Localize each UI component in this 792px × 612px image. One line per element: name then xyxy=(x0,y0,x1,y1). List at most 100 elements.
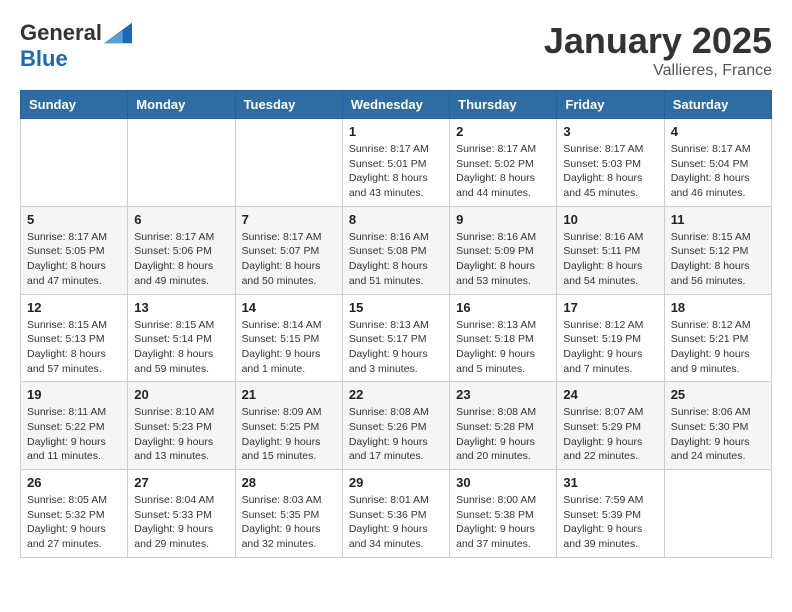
day-info: Sunrise: 8:15 AM Sunset: 5:14 PM Dayligh… xyxy=(134,318,228,377)
table-row: 17 Sunrise: 8:12 AM Sunset: 5:19 PM Dayli… xyxy=(557,294,664,382)
day-number: 1 xyxy=(349,124,443,139)
day-number: 31 xyxy=(563,475,657,490)
table-row: 20 Sunrise: 8:10 AM Sunset: 5:23 PM Dayli… xyxy=(128,382,235,470)
day-number: 25 xyxy=(671,387,765,402)
calendar-week-row: 1 Sunrise: 8:17 AM Sunset: 5:01 PM Daylig… xyxy=(21,119,772,207)
day-number: 19 xyxy=(27,387,121,402)
logo-icon xyxy=(104,22,132,44)
day-number: 27 xyxy=(134,475,228,490)
day-number: 24 xyxy=(563,387,657,402)
header-saturday: Saturday xyxy=(664,91,771,119)
day-number: 4 xyxy=(671,124,765,139)
calendar-week-row: 12Sunrise: 8:15 AM Sunset: 5:13 PM Dayli… xyxy=(21,294,772,382)
table-row: 18 Sunrise: 8:12 AM Sunset: 5:21 PM Dayli… xyxy=(664,294,771,382)
day-info: Sunrise: 8:16 AM Sunset: 5:08 PM Dayligh… xyxy=(349,230,443,289)
day-number: 11 xyxy=(671,212,765,227)
day-number: 16 xyxy=(456,300,550,315)
day-number: 13 xyxy=(134,300,228,315)
day-info: Sunrise: 8:06 AM Sunset: 5:30 PM Dayligh… xyxy=(671,405,765,464)
logo: General Blue xyxy=(20,20,132,72)
calendar-week-row: 19 Sunrise: 8:11 AM Sunset: 5:22 PM Dayli… xyxy=(21,382,772,470)
day-info: Sunrise: 8:08 AM Sunset: 5:26 PM Dayligh… xyxy=(349,405,443,464)
logo-blue-text: Blue xyxy=(20,46,68,72)
title-area: January 2025 Vallieres, France xyxy=(544,20,772,80)
day-info: Sunrise: 8:17 AM Sunset: 5:01 PM Dayligh… xyxy=(349,142,443,201)
table-row: 22 Sunrise: 8:08 AM Sunset: 5:26 PM Dayli… xyxy=(342,382,449,470)
table-row: 7 Sunrise: 8:17 AM Sunset: 5:07 PM Daylig… xyxy=(235,206,342,294)
day-number: 28 xyxy=(242,475,336,490)
table-row: 28 Sunrise: 8:03 AM Sunset: 5:35 PM Dayli… xyxy=(235,470,342,558)
table-row: 29 Sunrise: 8:01 AM Sunset: 5:36 PM Dayli… xyxy=(342,470,449,558)
day-info: Sunrise: 8:17 AM Sunset: 5:07 PM Dayligh… xyxy=(242,230,336,289)
table-row: 2Sunrise: 8:17 AM Sunset: 5:02 PM Daylig… xyxy=(450,119,557,207)
day-number: 8 xyxy=(349,212,443,227)
table-row: 8 Sunrise: 8:16 AM Sunset: 5:08 PM Daylig… xyxy=(342,206,449,294)
day-info: Sunrise: 8:09 AM Sunset: 5:25 PM Dayligh… xyxy=(242,405,336,464)
day-info: Sunrise: 8:16 AM Sunset: 5:11 PM Dayligh… xyxy=(563,230,657,289)
table-row: 6 Sunrise: 8:17 AM Sunset: 5:06 PM Daylig… xyxy=(128,206,235,294)
page-header: General Blue January 2025 Vallieres, Fra… xyxy=(20,20,772,80)
table-row: 3Sunrise: 8:17 AM Sunset: 5:03 PM Daylig… xyxy=(557,119,664,207)
table-row: 10 Sunrise: 8:16 AM Sunset: 5:11 PM Dayli… xyxy=(557,206,664,294)
table-row: 30Sunrise: 8:00 AM Sunset: 5:38 PM Dayli… xyxy=(450,470,557,558)
table-row xyxy=(128,119,235,207)
header-thursday: Thursday xyxy=(450,91,557,119)
table-row: 31Sunrise: 7:59 AM Sunset: 5:39 PM Dayli… xyxy=(557,470,664,558)
table-row: 1 Sunrise: 8:17 AM Sunset: 5:01 PM Daylig… xyxy=(342,119,449,207)
day-number: 14 xyxy=(242,300,336,315)
table-row xyxy=(235,119,342,207)
day-number: 10 xyxy=(563,212,657,227)
calendar-week-row: 26 Sunrise: 8:05 AM Sunset: 5:32 PM Dayli… xyxy=(21,470,772,558)
table-row xyxy=(21,119,128,207)
table-row: 5 Sunrise: 8:17 AM Sunset: 5:05 PM Daylig… xyxy=(21,206,128,294)
day-number: 23 xyxy=(456,387,550,402)
day-number: 26 xyxy=(27,475,121,490)
day-number: 15 xyxy=(349,300,443,315)
day-info: Sunrise: 8:01 AM Sunset: 5:36 PM Dayligh… xyxy=(349,493,443,552)
table-row: 25 Sunrise: 8:06 AM Sunset: 5:30 PM Dayli… xyxy=(664,382,771,470)
table-row: 13 Sunrise: 8:15 AM Sunset: 5:14 PM Dayli… xyxy=(128,294,235,382)
day-info: Sunrise: 8:15 AM Sunset: 5:12 PM Dayligh… xyxy=(671,230,765,289)
table-row: 27 Sunrise: 8:04 AM Sunset: 5:33 PM Dayli… xyxy=(128,470,235,558)
day-number: 7 xyxy=(242,212,336,227)
month-title: January 2025 xyxy=(544,20,772,62)
day-number: 18 xyxy=(671,300,765,315)
header-monday: Monday xyxy=(128,91,235,119)
day-number: 5 xyxy=(27,212,121,227)
day-info: Sunrise: 8:13 AM Sunset: 5:18 PM Dayligh… xyxy=(456,318,550,377)
header-sunday: Sunday xyxy=(21,91,128,119)
table-row: 21 Sunrise: 8:09 AM Sunset: 5:25 PM Dayli… xyxy=(235,382,342,470)
table-row: 15 Sunrise: 8:13 AM Sunset: 5:17 PM Dayli… xyxy=(342,294,449,382)
day-number: 2 xyxy=(456,124,550,139)
day-info: Sunrise: 8:17 AM Sunset: 5:06 PM Dayligh… xyxy=(134,230,228,289)
table-row: 16 Sunrise: 8:13 AM Sunset: 5:18 PM Dayli… xyxy=(450,294,557,382)
table-row: 24Sunrise: 8:07 AM Sunset: 5:29 PM Dayli… xyxy=(557,382,664,470)
day-info: Sunrise: 8:17 AM Sunset: 5:05 PM Dayligh… xyxy=(27,230,121,289)
table-row: 9Sunrise: 8:16 AM Sunset: 5:09 PM Daylig… xyxy=(450,206,557,294)
day-number: 20 xyxy=(134,387,228,402)
day-info: Sunrise: 8:08 AM Sunset: 5:28 PM Dayligh… xyxy=(456,405,550,464)
calendar-table: Sunday Monday Tuesday Wednesday Thursday… xyxy=(20,90,772,558)
logo-general-text: General xyxy=(20,20,102,46)
day-number: 21 xyxy=(242,387,336,402)
day-info: Sunrise: 8:04 AM Sunset: 5:33 PM Dayligh… xyxy=(134,493,228,552)
header-tuesday: Tuesday xyxy=(235,91,342,119)
day-number: 3 xyxy=(563,124,657,139)
day-number: 6 xyxy=(134,212,228,227)
day-info: Sunrise: 8:16 AM Sunset: 5:09 PM Dayligh… xyxy=(456,230,550,289)
table-row xyxy=(664,470,771,558)
day-info: Sunrise: 8:13 AM Sunset: 5:17 PM Dayligh… xyxy=(349,318,443,377)
day-number: 22 xyxy=(349,387,443,402)
table-row: 26 Sunrise: 8:05 AM Sunset: 5:32 PM Dayli… xyxy=(21,470,128,558)
table-row: 11 Sunrise: 8:15 AM Sunset: 5:12 PM Dayli… xyxy=(664,206,771,294)
day-number: 17 xyxy=(563,300,657,315)
day-info: Sunrise: 8:12 AM Sunset: 5:19 PM Dayligh… xyxy=(563,318,657,377)
day-info: Sunrise: 8:05 AM Sunset: 5:32 PM Dayligh… xyxy=(27,493,121,552)
day-info: Sunrise: 8:12 AM Sunset: 5:21 PM Dayligh… xyxy=(671,318,765,377)
header-wednesday: Wednesday xyxy=(342,91,449,119)
day-info: Sunrise: 8:10 AM Sunset: 5:23 PM Dayligh… xyxy=(134,405,228,464)
day-info: Sunrise: 8:03 AM Sunset: 5:35 PM Dayligh… xyxy=(242,493,336,552)
day-info: Sunrise: 8:11 AM Sunset: 5:22 PM Dayligh… xyxy=(27,405,121,464)
day-number: 29 xyxy=(349,475,443,490)
weekday-header-row: Sunday Monday Tuesday Wednesday Thursday… xyxy=(21,91,772,119)
